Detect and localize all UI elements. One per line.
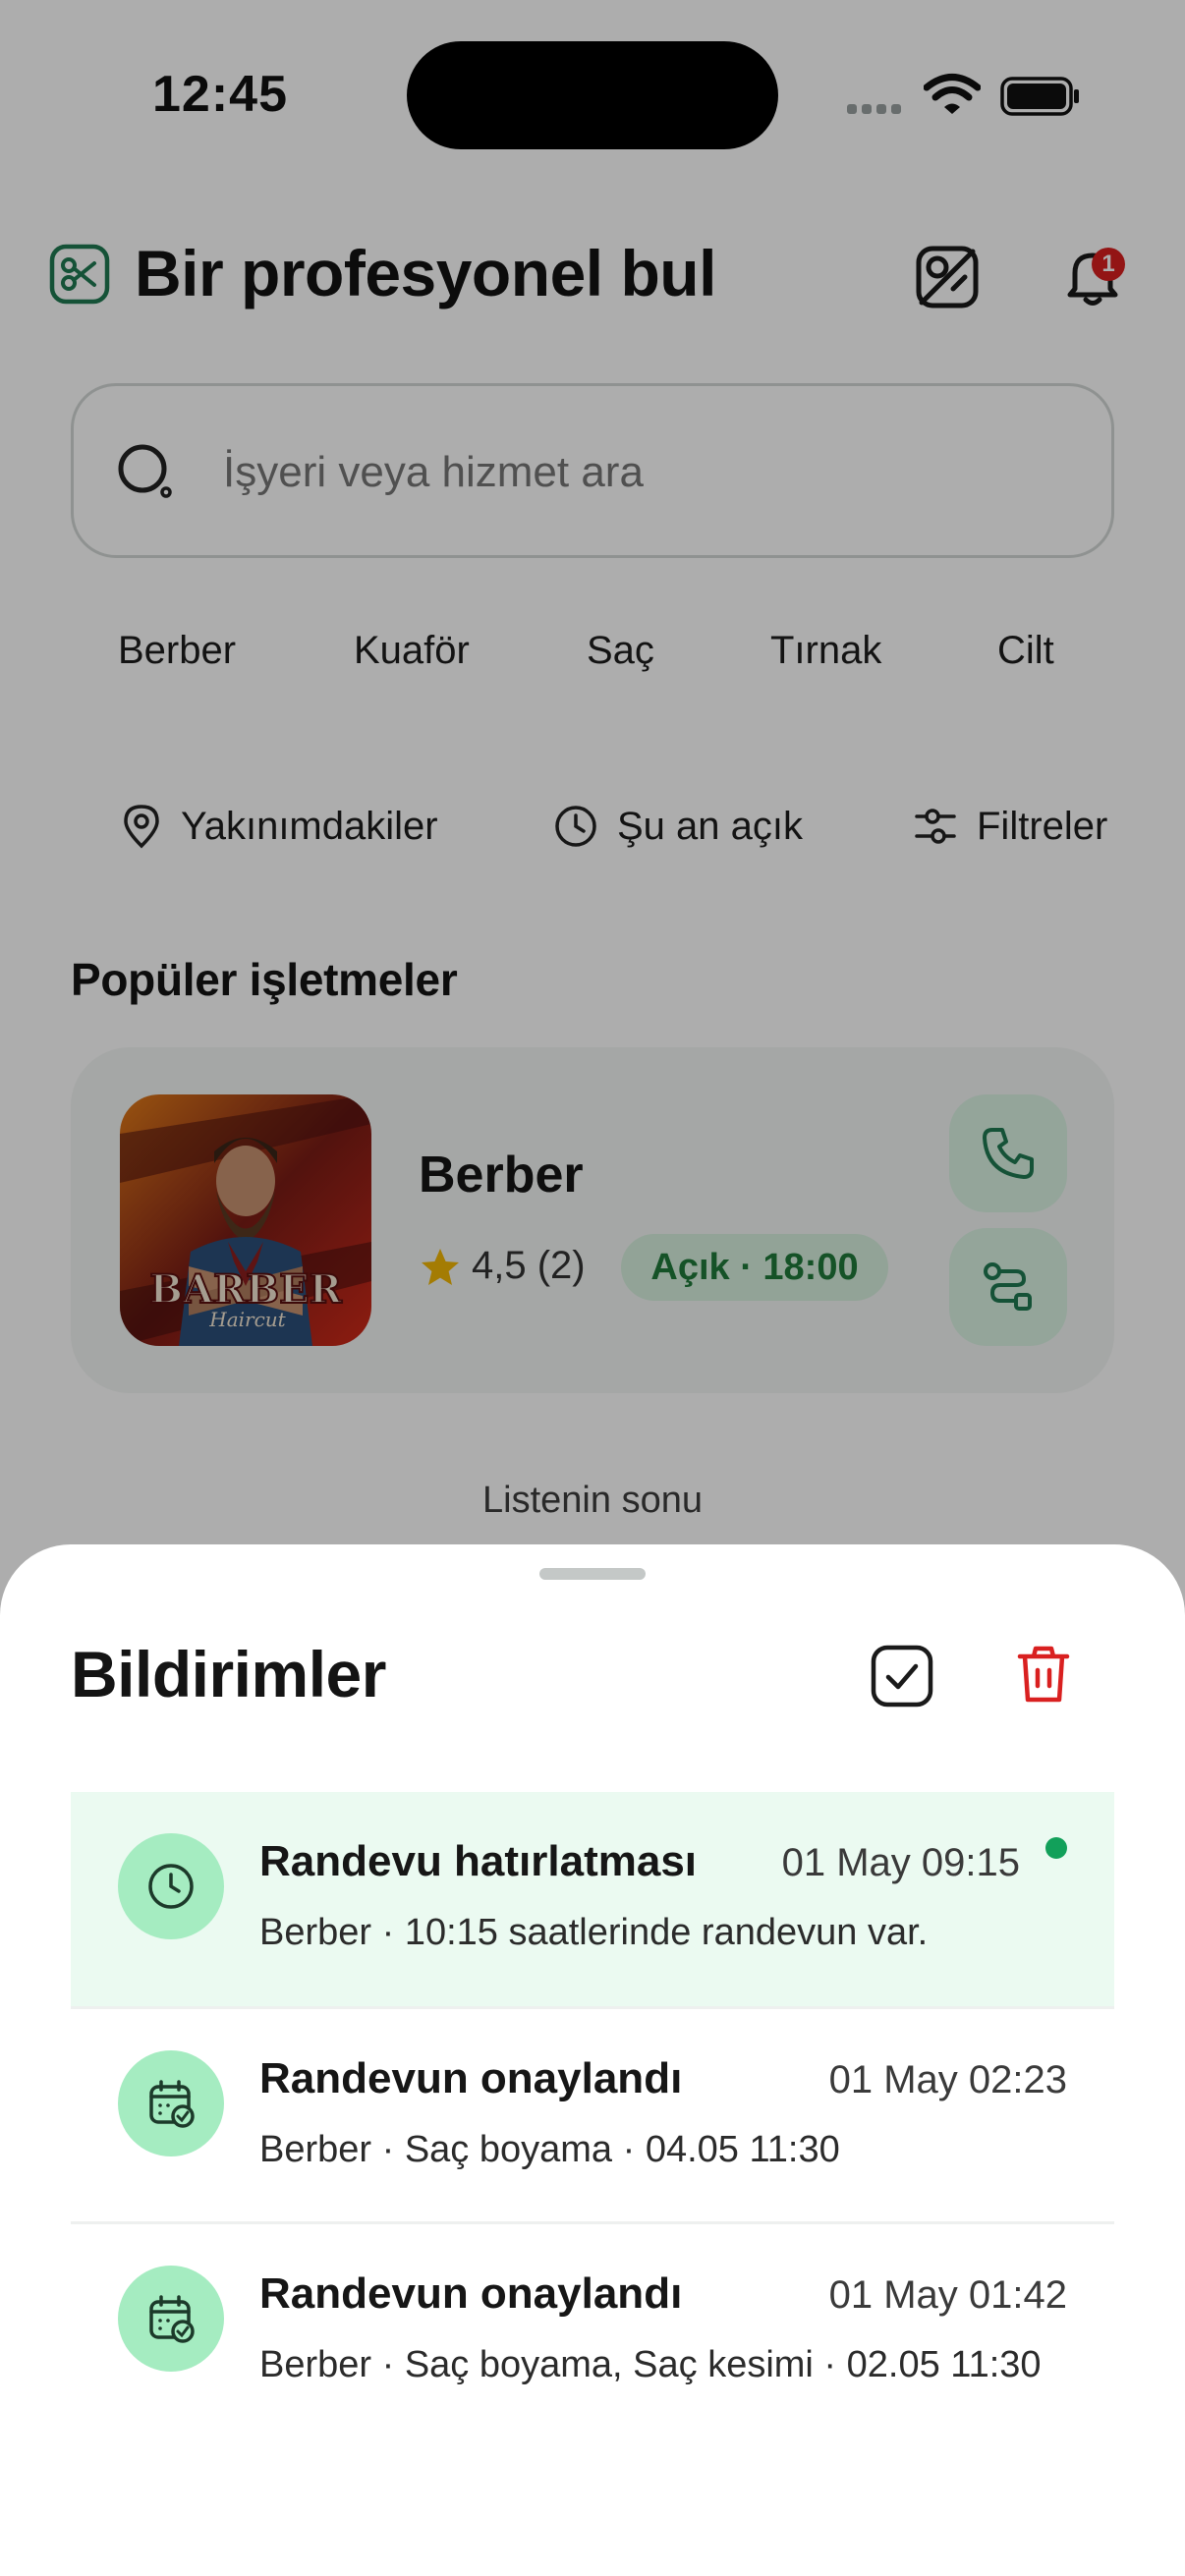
notification-icon-circle [118, 2266, 224, 2372]
notification-item[interactable]: Randevu hatırlatması 01 May 09:15 Berber… [71, 1792, 1114, 2006]
notifications-title: Bildirimler [71, 1638, 386, 1710]
sheet-drag-handle[interactable] [539, 1568, 646, 1580]
notification-body: Berber · Saç boyama, Saç kesimi · 02.05 … [259, 2344, 1042, 2385]
notification-title: Randevun onaylandı [259, 2054, 683, 2102]
notification-icon-circle [118, 1833, 224, 1939]
notification-title: Randevu hatırlatması [259, 1837, 698, 1885]
notifications-sheet: Bildirimler Randevu hatırlatması 01 May … [0, 1544, 1185, 2576]
notification-body: Berber · Saç boyama · 04.05 11:30 [259, 2129, 840, 2170]
notification-time: 01 May 02:23 [828, 2058, 1067, 2101]
unread-indicator [1045, 1837, 1067, 1859]
calendar-check-icon [149, 2295, 195, 2343]
notification-time: 01 May 01:42 [828, 2273, 1067, 2317]
mark-all-read-icon[interactable] [869, 1643, 935, 1709]
app-screen: 12:45 Bir profesyonel bul 1 İşyeri veya … [0, 0, 1185, 2576]
notification-item[interactable]: Randevun onaylandı 01 May 01:42 Berber ·… [71, 2224, 1114, 2438]
trash-icon[interactable] [1010, 1641, 1077, 1708]
notification-time: 01 May 09:15 [781, 1841, 1020, 1884]
notification-icon-circle [118, 2050, 224, 2156]
notification-title: Randevun onaylandı [259, 2269, 683, 2318]
calendar-check-icon [149, 2080, 195, 2128]
notification-item[interactable]: Randevun onaylandı 01 May 02:23 Berber ·… [71, 2009, 1114, 2223]
notification-body: Berber · 10:15 saatlerinde randevun var. [259, 1912, 929, 1953]
clock-icon [148, 1864, 194, 1909]
